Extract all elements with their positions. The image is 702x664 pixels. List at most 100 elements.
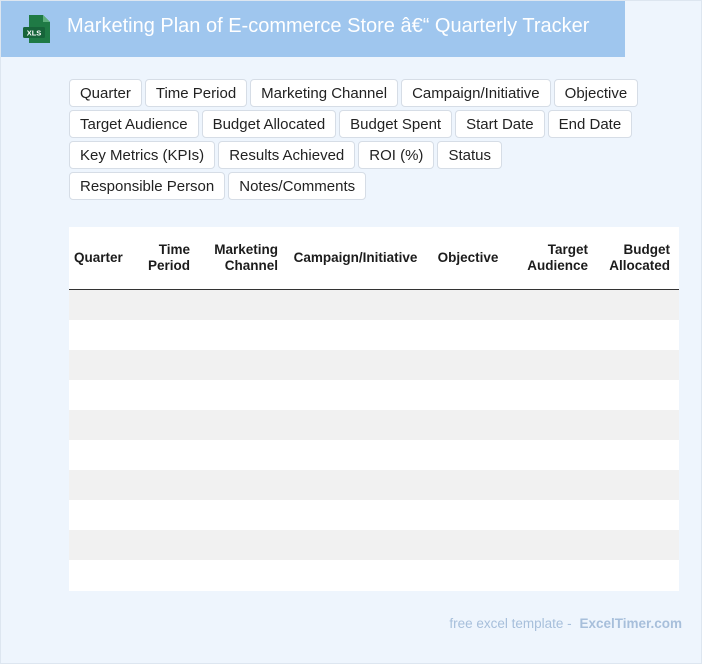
column-tag[interactable]: Target Audience bbox=[69, 110, 199, 138]
table-cell[interactable] bbox=[428, 469, 508, 500]
table-cell[interactable] bbox=[675, 499, 679, 530]
column-tag[interactable]: Budget Allocated bbox=[201, 110, 337, 138]
table-cell[interactable] bbox=[675, 529, 679, 560]
column-tag[interactable]: Status bbox=[437, 141, 502, 169]
column-tag[interactable]: Budget Spent bbox=[339, 110, 453, 138]
table-cell[interactable] bbox=[283, 469, 428, 500]
table-cell[interactable] bbox=[508, 439, 593, 470]
table-cell[interactable] bbox=[508, 469, 593, 500]
table-cell[interactable] bbox=[675, 469, 679, 500]
table-cell[interactable] bbox=[137, 349, 195, 380]
table-cell[interactable] bbox=[195, 289, 283, 320]
table-cell[interactable] bbox=[593, 379, 675, 410]
table-cell[interactable] bbox=[508, 409, 593, 440]
table-cell[interactable] bbox=[283, 349, 428, 380]
table-cell[interactable] bbox=[428, 529, 508, 560]
column-tag[interactable]: Key Metrics (KPIs) bbox=[69, 141, 216, 169]
table-cell[interactable] bbox=[593, 469, 675, 500]
column-header[interactable]: Time Period bbox=[137, 227, 195, 290]
column-tag[interactable]: Objective bbox=[553, 79, 639, 107]
table-cell[interactable] bbox=[428, 379, 508, 410]
column-tag[interactable]: Notes/Comments bbox=[228, 172, 367, 200]
table-cell[interactable] bbox=[137, 469, 195, 500]
table-cell[interactable] bbox=[69, 409, 137, 440]
table-cell[interactable] bbox=[593, 319, 675, 350]
table-cell[interactable] bbox=[137, 559, 195, 590]
table-cell[interactable] bbox=[195, 529, 283, 560]
table-cell[interactable] bbox=[593, 409, 675, 440]
table-cell[interactable] bbox=[508, 529, 593, 560]
table-cell[interactable] bbox=[69, 289, 137, 320]
table-cell[interactable] bbox=[195, 469, 283, 500]
table-cell[interactable] bbox=[283, 559, 428, 590]
table-cell[interactable] bbox=[137, 289, 195, 320]
column-tag[interactable]: ROI (%) bbox=[358, 141, 435, 169]
column-header[interactable]: Target Audience bbox=[508, 227, 593, 290]
table-cell[interactable] bbox=[508, 379, 593, 410]
table-cell[interactable] bbox=[69, 529, 137, 560]
table-cell[interactable] bbox=[675, 319, 679, 350]
table-cell[interactable] bbox=[428, 349, 508, 380]
table-cell[interactable] bbox=[508, 289, 593, 320]
tracker-table-container[interactable]: Quarter Time Period Marketing Channel Campa… bbox=[69, 227, 679, 591]
table-cell[interactable] bbox=[195, 439, 283, 470]
table-cell[interactable] bbox=[137, 529, 195, 560]
table-cell[interactable] bbox=[283, 379, 428, 410]
table-cell[interactable] bbox=[195, 319, 283, 350]
footer-brand-link[interactable]: ExcelTimer.com bbox=[579, 616, 682, 631]
table-cell[interactable] bbox=[593, 559, 675, 590]
table-cell[interactable] bbox=[593, 349, 675, 380]
table-cell[interactable] bbox=[69, 439, 137, 470]
table-cell[interactable] bbox=[137, 409, 195, 440]
column-header[interactable]: Budget Spent bbox=[675, 227, 679, 290]
table-cell[interactable] bbox=[69, 349, 137, 380]
table-cell[interactable] bbox=[675, 409, 679, 440]
table-cell[interactable] bbox=[283, 289, 428, 320]
column-header[interactable]: Objective bbox=[428, 227, 508, 290]
table-cell[interactable] bbox=[283, 409, 428, 440]
table-cell[interactable] bbox=[593, 289, 675, 320]
table-cell[interactable] bbox=[69, 559, 137, 590]
table-cell[interactable] bbox=[137, 439, 195, 470]
table-cell[interactable] bbox=[195, 379, 283, 410]
column-header[interactable]: Marketing Channel bbox=[195, 227, 283, 290]
table-cell[interactable] bbox=[137, 319, 195, 350]
table-cell[interactable] bbox=[137, 499, 195, 530]
table-cell[interactable] bbox=[69, 469, 137, 500]
table-cell[interactable] bbox=[69, 319, 137, 350]
table-cell[interactable] bbox=[283, 439, 428, 470]
table-cell[interactable] bbox=[508, 349, 593, 380]
table-cell[interactable] bbox=[675, 439, 679, 470]
table-cell[interactable] bbox=[675, 349, 679, 380]
table-cell[interactable] bbox=[428, 319, 508, 350]
table-cell[interactable] bbox=[675, 559, 679, 590]
column-tag[interactable]: Responsible Person bbox=[69, 172, 226, 200]
table-cell[interactable] bbox=[283, 529, 428, 560]
table-cell[interactable] bbox=[593, 499, 675, 530]
table-cell[interactable] bbox=[593, 529, 675, 560]
table-cell[interactable] bbox=[283, 319, 428, 350]
table-cell[interactable] bbox=[137, 379, 195, 410]
table-cell[interactable] bbox=[69, 499, 137, 530]
table-cell[interactable] bbox=[195, 559, 283, 590]
column-tag[interactable]: Marketing Channel bbox=[250, 79, 399, 107]
column-tag[interactable]: Results Achieved bbox=[218, 141, 356, 169]
table-cell[interactable] bbox=[675, 289, 679, 320]
column-tag[interactable]: End Date bbox=[547, 110, 633, 138]
table-cell[interactable] bbox=[508, 319, 593, 350]
column-tag[interactable]: Time Period bbox=[144, 79, 248, 107]
column-header[interactable]: Quarter bbox=[69, 227, 137, 290]
table-cell[interactable] bbox=[195, 499, 283, 530]
column-header[interactable]: Budget Allocated bbox=[593, 227, 675, 290]
column-tag[interactable]: Start Date bbox=[455, 110, 545, 138]
table-cell[interactable] bbox=[428, 499, 508, 530]
column-tag[interactable]: Quarter bbox=[69, 79, 142, 107]
table-cell[interactable] bbox=[283, 499, 428, 530]
table-cell[interactable] bbox=[428, 289, 508, 320]
table-cell[interactable] bbox=[593, 439, 675, 470]
table-cell[interactable] bbox=[428, 409, 508, 440]
column-header[interactable]: Campaign/Initiative bbox=[283, 227, 428, 290]
table-cell[interactable] bbox=[69, 379, 137, 410]
table-cell[interactable] bbox=[508, 559, 593, 590]
table-cell[interactable] bbox=[195, 409, 283, 440]
